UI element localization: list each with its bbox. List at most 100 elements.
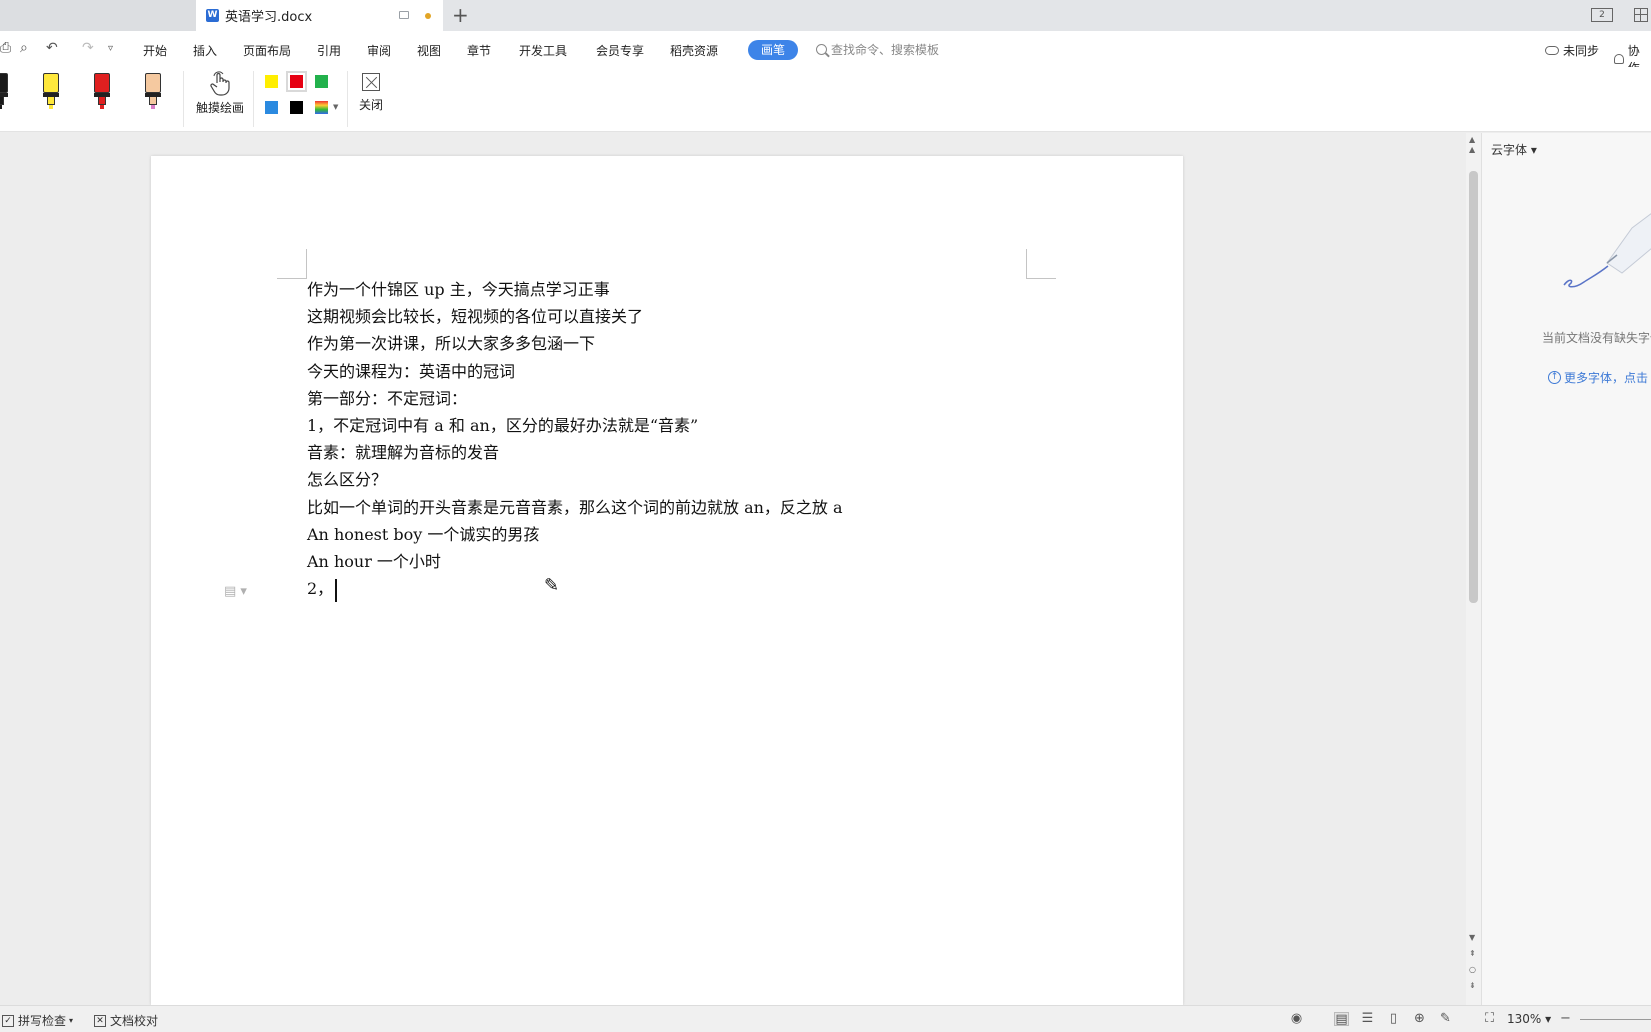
document-line[interactable]: An honest boy 一个诚实的男孩 <box>307 521 843 548</box>
command-search[interactable]: 查找命令、搜索模板 <box>816 41 939 58</box>
scroll-up-icon[interactable]: ▲ <box>1469 135 1475 144</box>
spell-check-toggle[interactable]: ✓ 拼写检查 ▾ <box>2 1012 73 1029</box>
scroll-up-icon-2[interactable]: ▲ <box>1469 145 1475 154</box>
menu-pen-active[interactable]: 画笔 <box>748 40 798 60</box>
document-body[interactable]: 作为一个什锦区 up 主，今天搞点学习正事 这期视频会比较长，短视频的各位可以直接… <box>307 276 843 602</box>
marker-body <box>145 73 161 93</box>
menu-references[interactable]: 引用 <box>317 42 341 59</box>
marker-body <box>0 73 8 93</box>
color-picker-gradient-icon[interactable] <box>315 101 328 114</box>
document-line[interactable]: 作为一个什锦区 up 主，今天搞点学习正事 <box>307 276 843 303</box>
missing-font-message: 当前文档没有缺失字体 <box>1542 331 1651 345</box>
paragraph-handle-icon[interactable]: ▤ ▾ <box>224 584 247 599</box>
document-page[interactable]: 作为一个什锦区 up 主，今天搞点学习正事 这期视频会比较长，短视频的各位可以直接… <box>151 156 1183 1005</box>
outline-view-icon[interactable]: ☰ <box>1360 1012 1375 1026</box>
spell-check-label: 拼写检查 <box>18 1014 67 1028</box>
menu-view[interactable]: 视图 <box>417 42 441 59</box>
more-fonts-link[interactable]: ↑ 更多字体，点击 <box>1548 369 1648 386</box>
reading-view-icon[interactable]: ▯ <box>1386 1012 1401 1026</box>
zoom-slider[interactable] <box>1580 1019 1651 1020</box>
menu-page-layout[interactable]: 页面布局 <box>243 42 291 59</box>
color-swatch-blue[interactable] <box>265 101 278 114</box>
eye-protection-icon[interactable]: ◉ <box>1289 1012 1304 1026</box>
scrollbar-thumb[interactable] <box>1469 171 1478 603</box>
scroll-down-icon[interactable]: ▼ <box>1469 933 1475 942</box>
page-view-icon[interactable]: ▤ <box>1334 1012 1349 1027</box>
marker-nib <box>49 105 53 109</box>
color-picker-dropdown-icon[interactable]: ▼ <box>333 103 338 111</box>
marker-tip <box>149 97 157 105</box>
unsaved-dot-icon <box>425 13 431 19</box>
doc-proof-button[interactable]: ✕ 文档校对 <box>94 1012 158 1029</box>
search-placeholder: 查找命令、搜索模板 <box>831 43 940 57</box>
toolbar-divider <box>183 71 184 127</box>
document-line[interactable]: 第一部分：不定冠词： <box>307 385 843 412</box>
marker-nib <box>100 105 104 109</box>
window-layout-icon[interactable]: 2 <box>1591 8 1613 22</box>
pen-mode-icon[interactable]: ✎ <box>1438 1012 1453 1026</box>
status-bar: ✓ 拼写检查 ▾ ✕ 文档校对 ◉ ▤ ☰ ▯ ⊕ ✎ ⛶ 130% ▾ − <box>0 1005 1651 1032</box>
close-icon <box>362 73 380 91</box>
print-icon[interactable]: ⎙ <box>0 40 11 56</box>
red-pen-icon[interactable] <box>94 73 110 109</box>
menu-review[interactable]: 审阅 <box>367 42 391 59</box>
menu-insert[interactable]: 插入 <box>193 42 217 59</box>
black-pen-icon[interactable] <box>0 73 8 109</box>
chevron-down-icon: ▾ <box>69 1016 74 1025</box>
tab-bar: W 英语学习.docx + 2 <box>0 0 1651 31</box>
prev-page-icon[interactable]: ⇞ <box>1469 949 1476 958</box>
menu-docer[interactable]: 稻壳资源 <box>670 42 718 59</box>
color-swatch-yellow[interactable] <box>265 75 278 88</box>
menu-start[interactable]: 开始 <box>143 42 167 59</box>
redo-icon[interactable]: ↷ <box>82 40 94 56</box>
margin-corner-top-right <box>1026 249 1056 279</box>
select-browse-icon[interactable]: ○ <box>1469 965 1476 974</box>
next-page-icon[interactable]: ⇟ <box>1469 981 1476 990</box>
sync-status[interactable]: 未同步 <box>1545 42 1599 59</box>
document-line[interactable]: 这期视频会比较长，短视频的各位可以直接关了 <box>307 303 843 330</box>
touch-draw-label: 触摸绘画 <box>195 101 244 115</box>
marker-tip <box>47 97 55 105</box>
new-tab-plus-icon[interactable]: + <box>452 4 469 26</box>
zoom-level[interactable]: 130% ▾ <box>1507 1012 1551 1026</box>
document-line[interactable]: 2， <box>307 575 843 602</box>
document-line[interactable]: An hour 一个小时 <box>307 548 843 575</box>
tab-bar-spacer <box>0 0 196 31</box>
document-line[interactable]: 1，不定冠词中有 a 和 an，区分的最好办法就是“音素” <box>307 412 843 439</box>
color-swatch-red[interactable] <box>286 71 307 92</box>
document-line[interactable]: 作为第一次讲课，所以大家多多包涵一下 <box>307 330 843 357</box>
yellow-highlighter-icon[interactable] <box>43 73 59 109</box>
doc-proof-label: 文档校对 <box>110 1014 159 1028</box>
pen-illustration-icon <box>1563 213 1651 288</box>
zoom-out-icon[interactable]: − <box>1558 1012 1573 1026</box>
document-line[interactable]: 怎么区分？ <box>307 466 843 493</box>
document-line[interactable]: 今天的课程为：英语中的冠词 <box>307 358 843 385</box>
eraser-icon[interactable] <box>145 73 161 109</box>
undo-icon[interactable]: ↶ <box>46 40 58 56</box>
color-swatch-green[interactable] <box>315 75 328 88</box>
cloud-icon <box>1545 46 1559 55</box>
web-view-icon[interactable]: ⊕ <box>1412 1012 1427 1026</box>
document-line[interactable]: 比如一个单词的开头音素是元音音素，那么这个词的前边就放 an，反之放 a <box>307 494 843 521</box>
cloud-font-panel: 云字体 ▾ 当前文档没有缺失字体 ↑ 更多字体，点击 <box>1481 133 1651 1005</box>
toolbar-divider <box>347 71 348 127</box>
document-line[interactable]: 音素：就理解为音标的发音 <box>307 439 843 466</box>
fit-page-icon[interactable]: ⛶ <box>1482 1012 1497 1026</box>
color-swatch-black[interactable] <box>290 101 303 114</box>
touch-draw-button[interactable]: 触摸绘画 <box>194 71 246 116</box>
marker-body <box>43 73 59 93</box>
menu-member[interactable]: 会员专享 <box>596 42 644 59</box>
sync-label: 未同步 <box>1563 44 1600 58</box>
close-pen-button[interactable]: 关闭 <box>357 73 385 113</box>
monitor-icon[interactable] <box>399 11 409 19</box>
marker-tip <box>0 97 4 105</box>
pen-cursor-icon: ✎ <box>544 575 560 596</box>
vertical-scrollbar[interactable]: ▲ ▲ ▼ ⇞ ○ ⇟ <box>1466 133 1481 1005</box>
menu-chapter[interactable]: 章节 <box>467 42 491 59</box>
menu-developer[interactable]: 开发工具 <box>519 42 567 59</box>
document-tab[interactable]: W 英语学习.docx <box>196 0 443 31</box>
print-preview-icon[interactable]: ⌕ <box>20 40 28 56</box>
customize-chevron-icon[interactable]: ▿ <box>108 43 113 54</box>
cloud-font-title[interactable]: 云字体 ▾ <box>1491 141 1537 158</box>
window-grid-icon[interactable] <box>1634 8 1648 22</box>
